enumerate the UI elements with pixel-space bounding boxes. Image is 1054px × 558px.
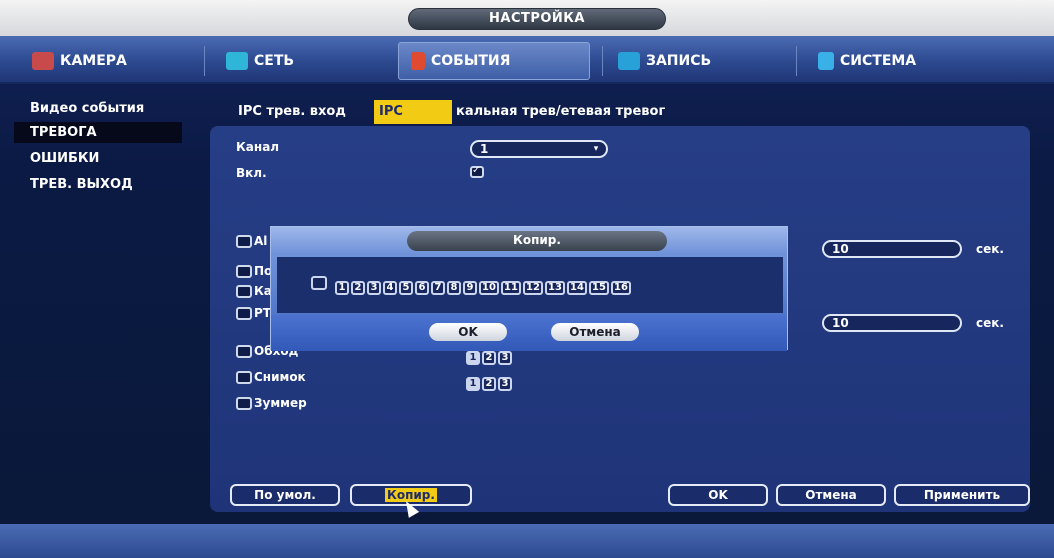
checkbox[interactable] — [236, 284, 252, 298]
subtab-ipc-alarm-in[interactable]: IPC трев. вход — [238, 104, 346, 119]
row-channel[interactable]: Ка — [236, 284, 272, 298]
sidebar-item-alarm[interactable]: ТРЕВОГА — [14, 122, 182, 143]
tour-channel-3[interactable]: 3 — [498, 351, 512, 365]
apply-button[interactable]: Применить — [894, 484, 1030, 506]
row-snapshot[interactable]: Снимок — [236, 370, 306, 384]
tab-record[interactable]: ЗАПИСЬ — [606, 42, 786, 80]
tab-record-label: ЗАПИСЬ — [646, 53, 712, 69]
copy-cancel-button[interactable]: Отмена — [551, 323, 639, 341]
row-label: Снимок — [254, 370, 306, 384]
chevron-down-icon: ▾ — [593, 144, 599, 154]
checkbox[interactable] — [236, 396, 252, 410]
record-icon — [618, 52, 640, 70]
copy-channel-11[interactable]: 11 — [501, 281, 521, 295]
copy-channel-12[interactable]: 12 — [523, 281, 543, 295]
tab-network-label: СЕТЬ — [254, 53, 295, 69]
copy-dialog-footer: OK Отмена — [271, 315, 787, 351]
copy-dialog-body: 1 2 3 4 5 6 7 8 9 10 11 12 13 14 15 16 — [277, 257, 783, 313]
copy-channel-6[interactable]: 6 — [415, 281, 429, 295]
checkbox[interactable] — [236, 234, 252, 248]
events-icon — [411, 52, 425, 70]
channel-checkbox-list: 1 2 3 4 5 6 7 8 9 10 11 12 13 14 15 16 — [311, 275, 633, 295]
tab-system[interactable]: СИСТЕМА — [806, 42, 996, 80]
copy-channel-14[interactable]: 14 — [567, 281, 587, 295]
snapshot-channel-2[interactable]: 2 — [482, 377, 496, 391]
copy-channel-2[interactable]: 2 — [351, 281, 365, 295]
cancel-button[interactable]: Отмена — [776, 484, 886, 506]
network-icon — [226, 52, 248, 70]
checkbox[interactable] — [236, 344, 252, 358]
row-alarm-out[interactable]: Al — [236, 234, 267, 248]
tab-separator — [796, 46, 797, 76]
ok-button[interactable]: OK — [668, 484, 768, 506]
copy-channel-4[interactable]: 4 — [383, 281, 397, 295]
row-ptz[interactable]: РТ — [236, 306, 271, 320]
subtab-strip: IPC трев. вход — [238, 104, 346, 126]
copy-channel-16[interactable]: 16 — [611, 281, 631, 295]
snapshot-channel-3[interactable]: 3 — [498, 377, 512, 391]
tab-events-label: СОБЫТИЯ — [431, 53, 511, 69]
sidebar-item-alarm-out[interactable]: ТРЕВ. ВЫХОД — [22, 174, 141, 195]
tab-network[interactable]: СЕТЬ — [214, 42, 384, 80]
checkbox[interactable] — [236, 306, 252, 320]
sidebar-item-errors[interactable]: ОШИБКИ — [22, 148, 107, 169]
latch-seconds-input[interactable]: 10 — [822, 240, 962, 258]
copy-dialog-header: Копир. — [271, 227, 787, 255]
tab-camera-label: КАМЕРА — [60, 53, 127, 69]
row-label: РТ — [254, 306, 271, 320]
tab-events[interactable]: СОБЫТИЯ — [398, 42, 590, 80]
seconds-unit-label: сек. — [976, 316, 1004, 330]
bottom-status-strip — [0, 524, 1054, 558]
sidebar-header-video-events: Видео события — [30, 101, 145, 116]
delay-seconds-input[interactable]: 10 — [822, 314, 962, 332]
copy-dialog-title: Копир. — [407, 231, 667, 251]
tour-channel-1[interactable]: 1 — [466, 351, 480, 365]
tab-separator — [204, 46, 205, 76]
select-all-checkbox[interactable] — [311, 276, 327, 290]
copy-channel-7[interactable]: 7 — [431, 281, 445, 295]
system-icon — [818, 52, 834, 70]
copy-channel-13[interactable]: 13 — [545, 281, 565, 295]
subtab-rest[interactable]: кальная трев/етевая тревог — [456, 104, 665, 126]
snapshot-channel-boxes: 123 — [466, 371, 514, 391]
dvr-settings-window: НАСТРОЙКА КАМЕРА СЕТЬ СОБЫТИЯ ЗАПИСЬ СИС… — [0, 0, 1054, 558]
checkbox[interactable] — [236, 370, 252, 384]
tab-separator — [602, 46, 603, 76]
row-buzzer[interactable]: Зуммер — [236, 396, 307, 410]
copy-ok-button[interactable]: OK — [429, 323, 507, 341]
snapshot-channel-1[interactable]: 1 — [466, 377, 480, 391]
copy-channel-3[interactable]: 3 — [367, 281, 381, 295]
title-bar: НАСТРОЙКА — [0, 0, 1054, 36]
row-label: Зуммер — [254, 396, 307, 410]
main-tabs: КАМЕРА СЕТЬ СОБЫТИЯ ЗАПИСЬ СИСТЕМА — [0, 36, 1054, 84]
copy-channel-9[interactable]: 9 — [463, 281, 477, 295]
row-label: Al — [254, 234, 268, 248]
channel-value: 1 — [480, 142, 489, 156]
copy-channel-8[interactable]: 8 — [447, 281, 461, 295]
page-title: НАСТРОЙКА — [408, 8, 666, 30]
copy-dialog: Копир. 1 2 3 4 5 6 7 8 9 10 11 12 13 14 15 16 OK Отмена — [270, 226, 788, 351]
tab-system-label: СИСТЕМА — [840, 53, 917, 69]
camera-icon — [32, 52, 54, 70]
subtab-ipc-offline[interactable]: IPC оффлайн — [374, 100, 452, 143]
seconds-unit-label: сек. — [976, 242, 1004, 256]
enable-checkbox[interactable] — [470, 165, 484, 178]
channel-select[interactable]: 1 ▾ — [470, 140, 608, 158]
copy-channel-10[interactable]: 10 — [479, 281, 499, 295]
enable-label: Вкл. — [236, 166, 267, 180]
tab-camera[interactable]: КАМЕРА — [20, 42, 190, 80]
copy-channel-5[interactable]: 5 — [399, 281, 413, 295]
copy-channel-1[interactable]: 1 — [335, 281, 349, 295]
channel-label: Канал — [236, 140, 280, 154]
default-button[interactable]: По умол. — [230, 484, 340, 506]
tour-channel-2[interactable]: 2 — [482, 351, 496, 365]
row-record[interactable]: По — [236, 264, 272, 278]
checkbox[interactable] — [236, 264, 252, 278]
copy-channel-15[interactable]: 15 — [589, 281, 609, 295]
